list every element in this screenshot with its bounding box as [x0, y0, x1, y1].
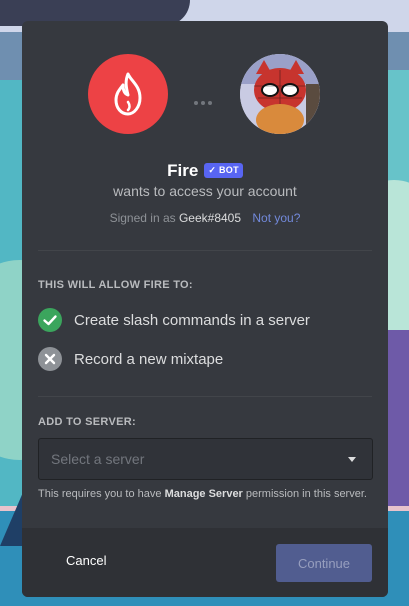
- signed-in-prefix: Signed in as: [109, 211, 176, 225]
- access-subtitle: wants to access your account: [113, 183, 297, 199]
- cancel-button[interactable]: Cancel: [66, 553, 106, 568]
- divider: [38, 396, 372, 397]
- continue-button[interactable]: Continue: [276, 544, 372, 582]
- permission-label: Record a new mixtape: [74, 350, 224, 368]
- add-to-server-title: ADD TO SERVER:: [38, 416, 136, 428]
- modal-footer: Cancel Continue: [22, 528, 388, 597]
- note-bold: Manage Server: [164, 488, 243, 500]
- server-select-placeholder: Select a server: [51, 451, 145, 467]
- bot-avatar: [88, 54, 168, 134]
- check-icon: ✓: [208, 165, 217, 175]
- permission-item: Create slash commands in a server: [38, 308, 310, 332]
- divider: [38, 250, 372, 251]
- x-circle-icon: [38, 347, 62, 371]
- bot-title: Fire ✓ BOT: [22, 161, 388, 181]
- chevron-down-icon: [348, 457, 356, 462]
- bot-badge-label: BOT: [218, 165, 239, 175]
- note-prefix: This requires you to have: [38, 488, 162, 500]
- avatar-row: [22, 54, 388, 134]
- check-circle-icon: [38, 308, 62, 332]
- oauth-authorize-modal: Fire ✓ BOT wants to access your account S…: [22, 21, 388, 597]
- permission-item: Record a new mixtape: [38, 347, 223, 371]
- not-you-link[interactable]: Not you?: [252, 211, 300, 225]
- permission-note: This requires you to have Manage Server …: [38, 488, 367, 500]
- permissions-title: THIS WILL ALLOW FIRE TO:: [38, 279, 193, 291]
- username: Geek#8405: [178, 211, 242, 225]
- user-avatar-image: [240, 54, 320, 134]
- signed-in-line: Signed in as Geek#8405 Not you?: [22, 211, 388, 225]
- permission-label: Create slash commands in a server: [74, 311, 310, 329]
- flame-icon: [114, 72, 142, 116]
- server-select[interactable]: Select a server: [38, 438, 373, 480]
- connection-dots: [194, 90, 215, 109]
- user-avatar: [240, 54, 320, 134]
- bot-badge: ✓ BOT: [204, 163, 243, 178]
- note-suffix: permission in this server.: [245, 488, 367, 500]
- bot-name: Fire: [167, 161, 199, 180]
